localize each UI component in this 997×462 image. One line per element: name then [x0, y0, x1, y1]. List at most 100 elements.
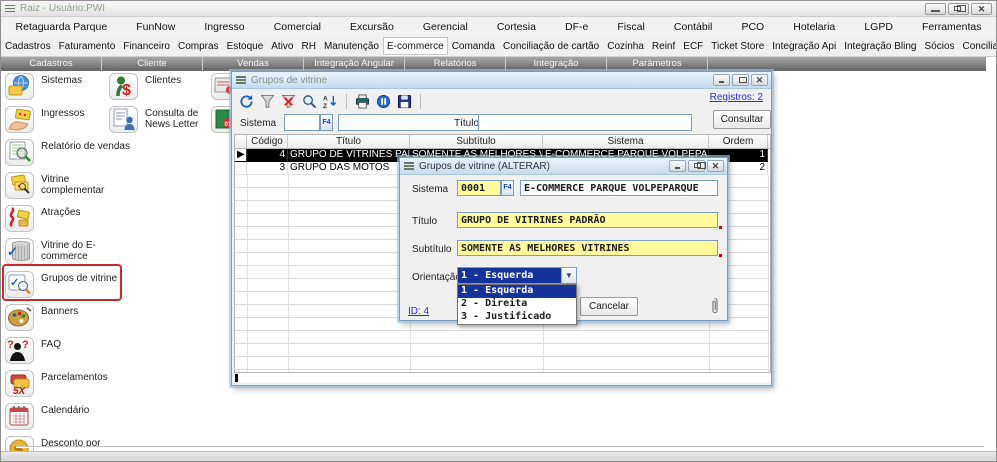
module-tab[interactable]: Comercial	[259, 17, 335, 37]
sort-icon[interactable]: AZ	[322, 93, 339, 110]
cancelar-button[interactable]: Cancelar	[580, 297, 638, 316]
close-button[interactable]: ✕	[751, 74, 768, 86]
close-button[interactable]: ✕	[971, 3, 992, 15]
titulo-input[interactable]	[478, 114, 692, 131]
sidebar-item-sistemas[interactable]: Sistemas	[5, 73, 82, 100]
module-tab[interactable]: Retaguarda Parque	[1, 17, 122, 37]
minimize-button[interactable]	[713, 74, 730, 86]
module-tab[interactable]: Contábil	[659, 17, 727, 37]
section-tab[interactable]: Relatórios	[405, 57, 506, 71]
module-tab[interactable]: Gerencial	[408, 17, 482, 37]
minimize-button[interactable]	[925, 3, 946, 15]
submenu-tab[interactable]: Conciliação de cartão	[499, 37, 603, 56]
sidebar-item-vitrine-complementar[interactable]: Vitrine complementar	[5, 172, 133, 199]
submenu-tab[interactable]: Faturamento	[55, 37, 120, 56]
grupos-window-titlebar[interactable]: Grupos de vitrine ✕	[232, 72, 771, 89]
module-tab[interactable]: Excursão	[336, 17, 409, 37]
dropdown-option[interactable]: 3 - Justificado	[458, 311, 576, 324]
module-tab[interactable]: Cortesia	[482, 17, 550, 37]
save-icon[interactable]	[396, 93, 413, 110]
sidebar-item-relatorio-vendas[interactable]: Relatório de vendas	[5, 139, 130, 166]
search-icon[interactable]	[301, 93, 318, 110]
restore-button[interactable]	[688, 160, 705, 172]
section-tab[interactable]: Cliente	[102, 57, 203, 71]
minimize-button[interactable]	[669, 160, 686, 172]
submenu-tab[interactable]: Sócios	[920, 37, 958, 56]
submenu-tab[interactable]: Manutenção	[320, 37, 383, 56]
sidebar-item-vitrine-ecommerce[interactable]: ✓ Vitrine do E-commerce	[5, 238, 133, 265]
sidebar-item-calendario[interactable]: Calendário	[5, 403, 89, 430]
sistema-lookup-button[interactable]: F4	[501, 180, 514, 196]
submenu-tab[interactable]: Estoque	[223, 37, 268, 56]
grid-header-codigo[interactable]: Código	[247, 135, 288, 148]
paperclip-icon[interactable]	[710, 297, 719, 316]
module-tab[interactable]: Fiscal	[603, 17, 659, 37]
sidebar-item-banners[interactable]: Banners	[5, 304, 78, 331]
sidebar-item-parcelamentos[interactable]: 5X Parcelamentos	[5, 370, 108, 397]
section-tab[interactable]: Parâmetros	[607, 57, 708, 71]
titulo-field[interactable]: GRUPO DE VITRINES PADRÃO	[457, 212, 718, 228]
submenu-tab[interactable]: Comanda	[448, 37, 499, 56]
filter-icon[interactable]	[259, 93, 276, 110]
grid-header-titulo[interactable]: Título	[288, 135, 410, 148]
section-tab[interactable]: Integração Angular	[304, 57, 405, 71]
sidebar-item-atracoes[interactable]: Atrações	[5, 205, 80, 232]
window-menu-icon[interactable]	[236, 75, 246, 86]
module-tab[interactable]: Hotelaria	[779, 17, 850, 37]
grupos-vitrine-icon: ✓	[5, 271, 34, 298]
sistema-code-field[interactable]: 0001	[457, 180, 501, 196]
dialog-menu-icon[interactable]	[404, 161, 414, 172]
dropdown-option[interactable]: 2 - Direita	[458, 298, 576, 311]
submenu-tab[interactable]: Cozinha	[603, 37, 648, 56]
consultar-button[interactable]: Consultar	[713, 110, 771, 129]
submenu-tab[interactable]: Integração Api	[768, 37, 840, 56]
clear-filter-icon[interactable]	[280, 93, 297, 110]
sidebar-item-grupos-vitrine[interactable]: ✓ Grupos de vitrine	[5, 271, 117, 298]
module-tab[interactable]: Ferramentas	[907, 17, 996, 37]
submenu-tab[interactable]: Financeiro	[119, 37, 174, 56]
app-menu-icon[interactable]	[5, 3, 15, 14]
submenu-tab[interactable]: RH	[298, 37, 320, 56]
sidebar-item-clientes[interactable]: $ Clientes	[109, 73, 181, 100]
globe-icon[interactable]	[375, 93, 392, 110]
section-tab[interactable]: Cadastros	[1, 57, 102, 71]
grid-header-sistema[interactable]: Sistema	[543, 135, 709, 148]
grid-bottom-strip[interactable]	[234, 373, 771, 383]
module-tab[interactable]: Ingresso	[190, 17, 259, 37]
section-tab[interactable]: Integração	[506, 57, 607, 71]
submenu-tab[interactable]: Integração Bling	[840, 37, 920, 56]
submenu-tab[interactable]: Compras	[174, 37, 223, 56]
submenu-tab[interactable]: Reinf	[648, 37, 679, 56]
submenu-tab[interactable]: Conciliação de venda	[959, 37, 997, 56]
module-tab[interactable]: DF-e	[550, 17, 602, 37]
sidebar-item-faq[interactable]: ?? FAQ	[5, 337, 61, 364]
id-link[interactable]: ID: 4	[408, 306, 429, 317]
module-tab[interactable]: LGPD	[850, 17, 908, 37]
grid-header-subtitulo[interactable]: Subtítulo	[410, 135, 543, 148]
submenu-tab-active[interactable]: E-commerce	[383, 37, 448, 56]
submenu-tab[interactable]: Ticket Store	[707, 37, 768, 56]
section-tab[interactable]: Vendas	[203, 57, 304, 71]
sistema-lookup-button[interactable]: F4	[320, 114, 333, 131]
refresh-icon[interactable]	[238, 93, 255, 110]
sidebar-item-label: Vitrine complementar	[41, 174, 133, 196]
chevron-down-icon[interactable]: ▼	[561, 268, 576, 283]
submenu-tab[interactable]: Ativo	[267, 37, 297, 56]
sidebar-item-ingressos[interactable]: Ingressos	[5, 106, 84, 133]
module-tab[interactable]: FunNow	[122, 17, 190, 37]
orientacao-combobox[interactable]: 1 - Esquerda ▼	[457, 267, 577, 284]
sidebar-item-consulta-newsletter[interactable]: Consulta de News Letter	[109, 106, 215, 133]
print-icon[interactable]	[354, 93, 371, 110]
dropdown-option-selected[interactable]: 1 - Esquerda	[458, 285, 576, 298]
grid-header-ordem[interactable]: Ordem	[709, 135, 768, 148]
sistema-code-input[interactable]	[284, 114, 320, 131]
subtitulo-field[interactable]: SOMENTE AS MELHORES VITRINES	[457, 240, 718, 256]
maximize-button[interactable]	[732, 74, 749, 86]
submenu-tab[interactable]: Cadastros	[1, 37, 55, 56]
restore-button[interactable]	[948, 3, 969, 15]
close-button[interactable]: ✕	[707, 160, 724, 172]
module-tab[interactable]: PCO	[727, 17, 779, 37]
registros-link[interactable]: Registros: 2	[710, 92, 763, 103]
submenu-tab[interactable]: ECF	[679, 37, 707, 56]
dialog-titlebar[interactable]: Grupos de vitrine (ALTERAR) ✕	[400, 158, 727, 175]
